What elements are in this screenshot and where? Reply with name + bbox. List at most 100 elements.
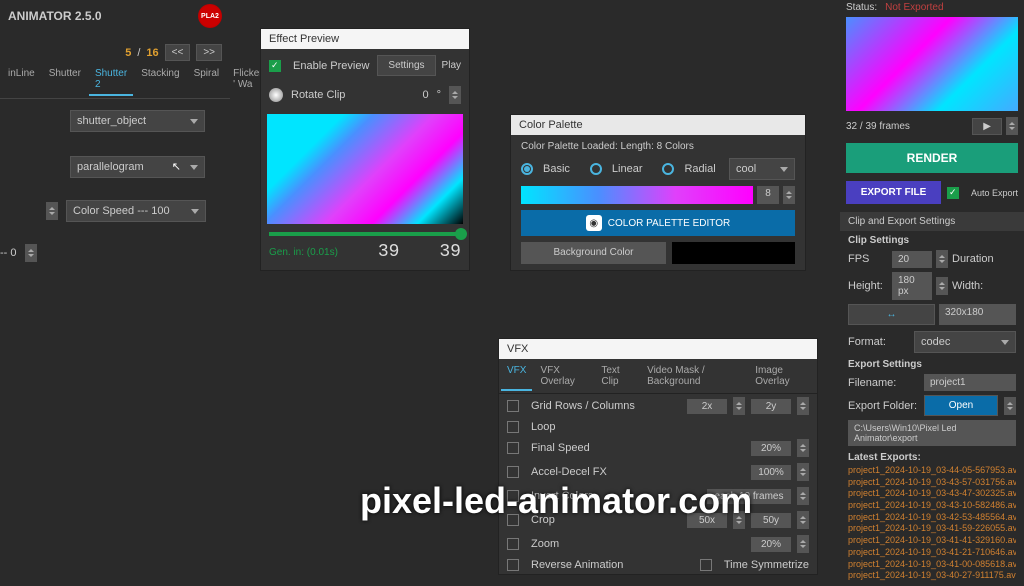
- mode-basic-label: Basic: [543, 163, 570, 175]
- tab-shutter[interactable]: Shutter: [43, 64, 87, 96]
- fps-stepper[interactable]: [936, 250, 948, 268]
- folder-stepper[interactable]: [1004, 397, 1016, 415]
- page-total: 16: [146, 47, 158, 59]
- vfx-tab-text[interactable]: Text Clip: [595, 361, 639, 391]
- vfx-label: Zoom: [531, 538, 745, 550]
- export-item[interactable]: project1_2024-10-19_03-44-05-567953.avi: [848, 465, 1016, 477]
- export-item[interactable]: project1_2024-10-19_03-43-57-031756.avi: [848, 477, 1016, 489]
- export-item[interactable]: project1_2024-10-19_03-41-59-226055.avi: [848, 523, 1016, 535]
- tab-inline[interactable]: inLine: [2, 64, 41, 96]
- vfx-stepper2[interactable]: [797, 511, 809, 529]
- swap-button[interactable]: ↔: [848, 304, 935, 325]
- mode-basic-radio[interactable]: [521, 163, 533, 175]
- tab-spiral[interactable]: Spiral: [188, 64, 226, 96]
- width-label: Width:: [952, 280, 983, 292]
- vfx-stepper[interactable]: [797, 463, 809, 481]
- folder-label: Export Folder:: [848, 400, 918, 412]
- vfx-val[interactable]: 20%: [751, 441, 791, 456]
- effect-preview-header: Effect Preview: [261, 29, 469, 49]
- counter-2: 39: [439, 242, 461, 262]
- dims-input[interactable]: 320x180: [939, 304, 1016, 325]
- vfx-checkbox[interactable]: [507, 559, 519, 571]
- left-val-stepper[interactable]: [25, 244, 37, 262]
- tab-shutter2[interactable]: Shutter 2: [89, 64, 133, 96]
- tab-stacking[interactable]: Stacking: [135, 64, 185, 96]
- export-item[interactable]: project1_2024-10-19_03-41-41-329160.avi: [848, 535, 1016, 547]
- bg-color-button[interactable]: Background Color: [521, 242, 666, 264]
- vfx-checkbox[interactable]: [507, 442, 519, 454]
- vfx-tab-image[interactable]: Image Overlay: [749, 361, 815, 391]
- vfx-val2[interactable]: 2y: [751, 399, 791, 414]
- format-select[interactable]: codec: [914, 331, 1016, 353]
- export-item[interactable]: project1_2024-10-19_03-40-27-911175.avi: [848, 570, 1016, 582]
- exports-list: project1_2024-10-19_03-44-05-567953.avip…: [848, 465, 1016, 582]
- bg-color-swatch[interactable]: [672, 242, 795, 264]
- vfx-checkbox2[interactable]: [700, 559, 712, 571]
- height-input[interactable]: 180 px: [892, 272, 932, 300]
- gradient-bar[interactable]: [521, 186, 753, 204]
- vfx-checkbox[interactable]: [507, 400, 519, 412]
- export-item[interactable]: project1_2024-10-19_03-41-00-085618.avi: [848, 559, 1016, 571]
- vfx-stepper[interactable]: [733, 397, 745, 415]
- vfx-stepper2[interactable]: [797, 397, 809, 415]
- page-sep: /: [137, 47, 140, 59]
- color-count-stepper[interactable]: [783, 186, 795, 204]
- rotate-icon: [269, 88, 283, 102]
- vfx-val[interactable]: 2x: [687, 399, 727, 414]
- app-logo: PLA2: [198, 4, 222, 28]
- gen-time: Gen. in: (0.01s): [269, 247, 338, 258]
- rotate-stepper[interactable]: [449, 86, 461, 104]
- preset-select[interactable]: cool: [729, 158, 795, 180]
- format-label: Format:: [848, 336, 908, 348]
- auto-export-checkbox[interactable]: [947, 187, 959, 199]
- degree-icon: °: [437, 89, 441, 101]
- export-item[interactable]: project1_2024-10-19_03-43-47-302325.avi: [848, 488, 1016, 500]
- vfx-val[interactable]: 100%: [751, 465, 791, 480]
- palette-editor-icon: ◉: [586, 215, 602, 231]
- render-button[interactable]: RENDER: [846, 143, 1018, 173]
- height-stepper[interactable]: [936, 277, 948, 295]
- play-button[interactable]: Play: [442, 60, 461, 71]
- filename-input[interactable]: project1: [924, 374, 1016, 391]
- vfx-checkbox[interactable]: [507, 421, 519, 433]
- vfx-checkbox[interactable]: [507, 538, 519, 550]
- palette-editor-button[interactable]: ◉ COLOR PALETTE EDITOR: [521, 210, 795, 236]
- vfx-stepper[interactable]: [797, 535, 809, 553]
- export-button[interactable]: EXPORT FILE: [846, 181, 941, 204]
- open-folder-button[interactable]: Open: [924, 395, 998, 416]
- mode-linear-label: Linear: [612, 163, 643, 175]
- export-item[interactable]: project1_2024-10-19_03-41-21-710646.avi: [848, 547, 1016, 559]
- shutter-object-select[interactable]: shutter_object: [70, 110, 205, 132]
- timeline-slider[interactable]: [269, 232, 461, 236]
- vfx-tab-overlay[interactable]: VFX Overlay: [534, 361, 593, 391]
- vfx-label: Accel-Decel FX: [531, 466, 745, 478]
- vfx-checkbox[interactable]: [507, 466, 519, 478]
- mode-radial-radio[interactable]: [662, 163, 674, 175]
- colorspeed-stepper-left[interactable]: [46, 202, 58, 220]
- enable-preview-checkbox[interactable]: [269, 60, 281, 72]
- vfx-val2[interactable]: 50y: [751, 513, 791, 528]
- vfx-label2: Time Symmetrize: [724, 559, 809, 571]
- frames-stepper[interactable]: [1006, 117, 1018, 135]
- mode-linear-radio[interactable]: [590, 163, 602, 175]
- status-value: Not Exported: [885, 2, 943, 13]
- vfx-tab-vfx[interactable]: VFX: [501, 361, 532, 391]
- page-next-button[interactable]: >>: [196, 44, 222, 61]
- play-frames-button[interactable]: ▶: [972, 118, 1002, 135]
- preview-canvas: [267, 114, 463, 224]
- settings-button[interactable]: Settings: [377, 55, 435, 76]
- mode-radial-label: Radial: [684, 163, 715, 175]
- vfx-stepper[interactable]: [797, 439, 809, 457]
- right-preview: [846, 17, 1018, 111]
- shape-select[interactable]: parallelogram: [70, 156, 205, 178]
- colorspeed-select[interactable]: Color Speed --- 100: [66, 200, 206, 222]
- vfx-tab-mask[interactable]: Video Mask / Background: [641, 361, 747, 391]
- vfx-label: Final Speed: [531, 442, 745, 454]
- page-prev-button[interactable]: <<: [165, 44, 191, 61]
- vfx-stepper[interactable]: [797, 487, 809, 505]
- export-item[interactable]: project1_2024-10-19_03-43-10-582486.avi: [848, 500, 1016, 512]
- fps-input[interactable]: 20: [892, 251, 932, 268]
- color-count: 8: [757, 186, 779, 204]
- vfx-val[interactable]: 20%: [751, 537, 791, 552]
- export-item[interactable]: project1_2024-10-19_03-42-53-485564.avi: [848, 512, 1016, 524]
